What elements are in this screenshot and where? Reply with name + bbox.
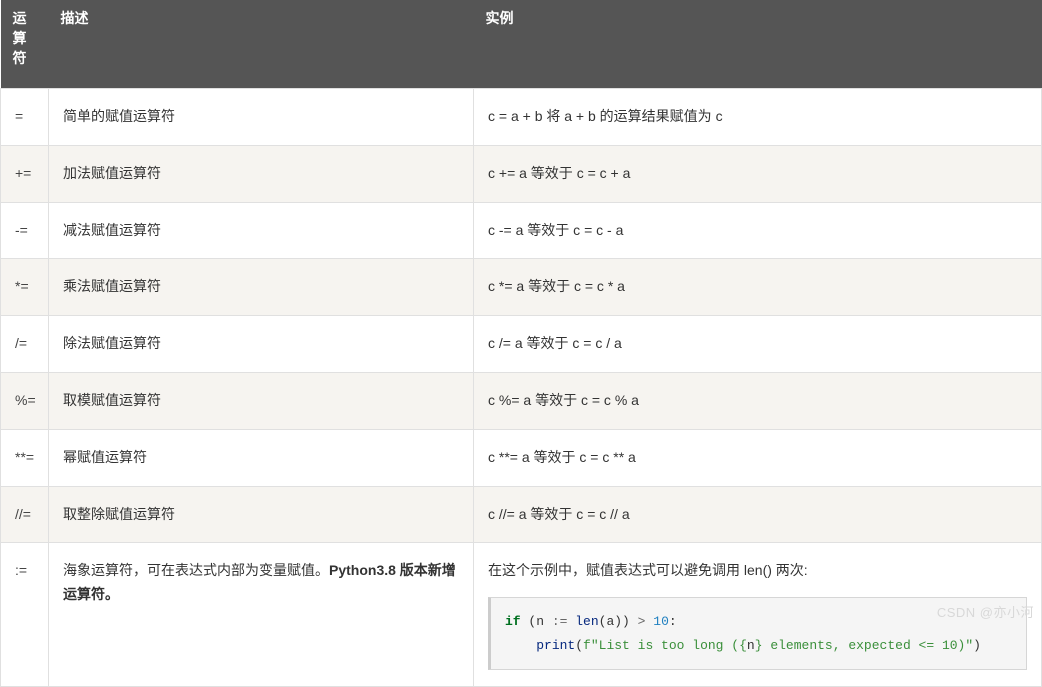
cell-description: 幂赋值运算符 [49, 429, 474, 486]
cell-example: c = a + b 将 a + b 的运算结果赋值为 c [474, 89, 1042, 146]
operators-table: 运算符 描述 实例 = 简单的赋值运算符 c = a + b 将 a + b 的… [0, 0, 1042, 687]
cell-operator: -= [1, 202, 49, 259]
walrus-desc-prefix: 海象运算符，可在表达式内部为变量赋值。 [63, 562, 329, 578]
cell-description: 除法赋值运算符 [49, 316, 474, 373]
code-call-len: len [567, 614, 598, 629]
cell-operator: **= [1, 429, 49, 486]
code-str: elements, expected <= 10)" [763, 638, 974, 653]
code-text: : [669, 614, 677, 629]
code-text: (a)) [599, 614, 638, 629]
cell-example: c //= a 等效于 c = c // a [474, 486, 1042, 543]
cell-example: c += a 等效于 c = c + a [474, 145, 1042, 202]
code-brace: } [755, 638, 763, 653]
code-text: ( [575, 638, 583, 653]
table-header-row: 运算符 描述 实例 [1, 0, 1042, 89]
cell-operator: := [1, 543, 49, 687]
cell-example: 在这个示例中，赋值表达式可以避免调用 len() 两次: if (n := le… [474, 543, 1042, 687]
cell-description: 减法赋值运算符 [49, 202, 474, 259]
cell-description: 乘法赋值运算符 [49, 259, 474, 316]
code-kw-if: if [505, 614, 521, 629]
cell-operator: *= [1, 259, 49, 316]
code-indent [505, 638, 536, 653]
cell-example: c *= a 等效于 c = c * a [474, 259, 1042, 316]
header-description: 描述 [49, 0, 474, 89]
table-row: /= 除法赋值运算符 c /= a 等效于 c = c / a [1, 316, 1042, 373]
table-row: -= 减法赋值运算符 c -= a 等效于 c = c - a [1, 202, 1042, 259]
cell-description: 加法赋值运算符 [49, 145, 474, 202]
code-text: ) [973, 638, 981, 653]
cell-description: 取整除赋值运算符 [49, 486, 474, 543]
code-op-walrus: := [552, 614, 568, 629]
code-call-print: print [536, 638, 575, 653]
cell-operator: += [1, 145, 49, 202]
cell-operator: %= [1, 372, 49, 429]
table-row-walrus: := 海象运算符，可在表达式内部为变量赋值。Python3.8 版本新增运算符。… [1, 543, 1042, 687]
code-num: 10 [653, 614, 669, 629]
table-row: *= 乘法赋值运算符 c *= a 等效于 c = c * a [1, 259, 1042, 316]
cell-operator: = [1, 89, 49, 146]
table-row: //= 取整除赋值运算符 c //= a 等效于 c = c // a [1, 486, 1042, 543]
code-var: n [747, 638, 755, 653]
cell-example: c -= a 等效于 c = c - a [474, 202, 1042, 259]
code-str: f"List is too long ( [583, 638, 739, 653]
header-example: 实例 [474, 0, 1042, 89]
cell-description: 取模赋值运算符 [49, 372, 474, 429]
table-row: %= 取模赋值运算符 c %= a 等效于 c = c % a [1, 372, 1042, 429]
cell-operator: /= [1, 316, 49, 373]
cell-example: c **= a 等效于 c = c ** a [474, 429, 1042, 486]
walrus-example-intro: 在这个示例中，赋值表达式可以避免调用 len() 两次: [488, 559, 1027, 583]
cell-example: c /= a 等效于 c = c / a [474, 316, 1042, 373]
table-row: = 简单的赋值运算符 c = a + b 将 a + b 的运算结果赋值为 c [1, 89, 1042, 146]
code-text: (n [521, 614, 552, 629]
code-brace: { [739, 638, 747, 653]
cell-description: 简单的赋值运算符 [49, 89, 474, 146]
cell-example: c %= a 等效于 c = c % a [474, 372, 1042, 429]
cell-description: 海象运算符，可在表达式内部为变量赋值。Python3.8 版本新增运算符。 [49, 543, 474, 687]
code-block: if (n := len(a)) > 10: print(f"List is t… [488, 597, 1027, 670]
cell-operator: //= [1, 486, 49, 543]
table-row: += 加法赋值运算符 c += a 等效于 c = c + a [1, 145, 1042, 202]
header-operator: 运算符 [1, 0, 49, 89]
table-row: **= 幂赋值运算符 c **= a 等效于 c = c ** a [1, 429, 1042, 486]
